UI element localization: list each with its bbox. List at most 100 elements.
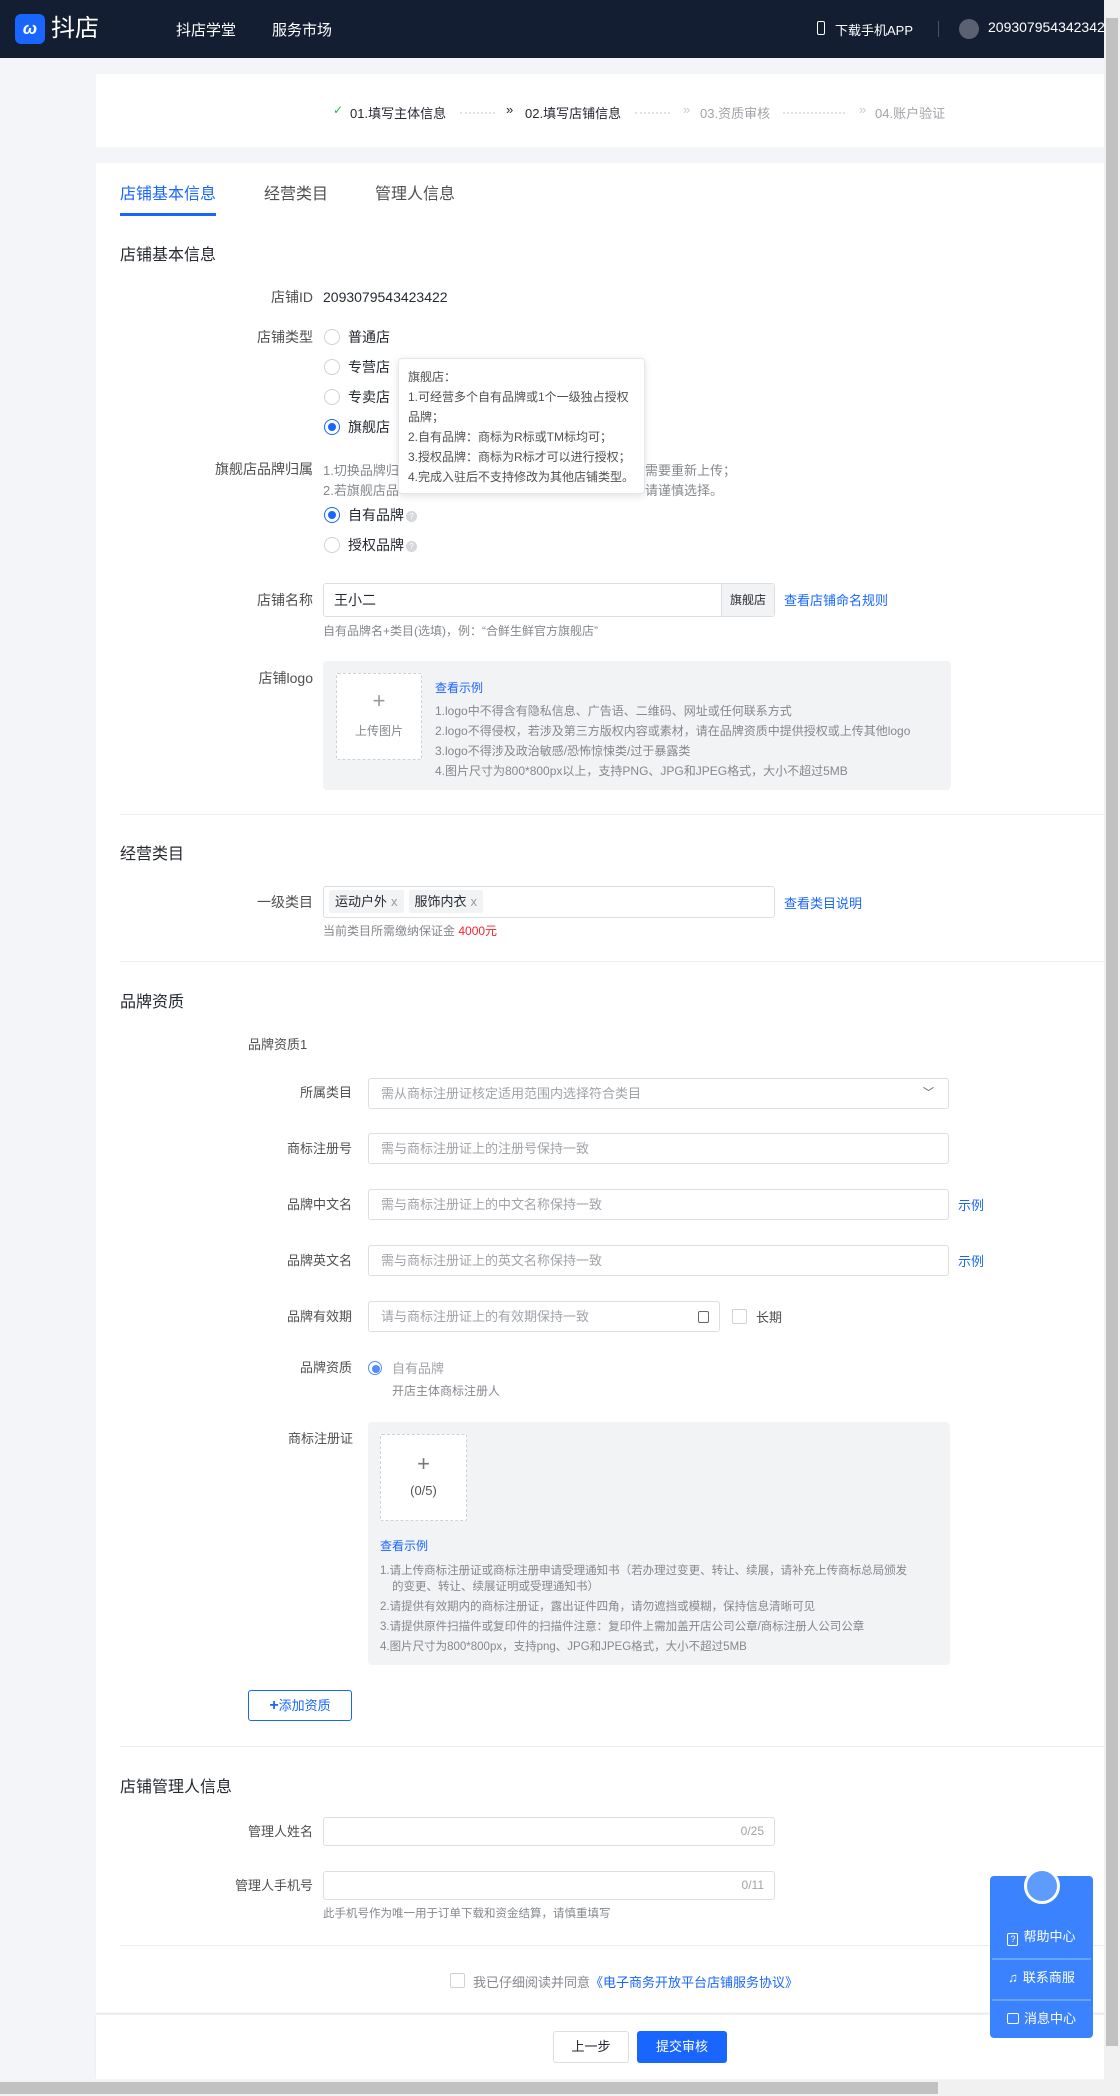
logo-upload-button[interactable]: + 上传图片 bbox=[336, 673, 422, 760]
store-name-hint: 自有品牌名+类目(选填)，例：“合鲜生鲜官方旗舰店” bbox=[323, 624, 598, 638]
step-3: 03.资质审核 bbox=[700, 106, 771, 121]
radio-licensed-brand[interactable] bbox=[324, 537, 340, 553]
brand-en-name-input[interactable]: 需与商标注册证上的英文名称保持一致 bbox=[368, 1245, 949, 1276]
brand-ownership-label: 旗舰店品牌归属 bbox=[215, 461, 313, 477]
help-center-button[interactable]: ? 帮助中心 bbox=[990, 1917, 1093, 1957]
cert-rule: 的变更、转让、续展证明或受理通知书） bbox=[392, 1581, 599, 1593]
message-center-button[interactable]: 消息中心 bbox=[990, 1999, 1093, 2039]
tab-manager[interactable]: 管理人信息 bbox=[375, 180, 455, 204]
radio-flagship-store[interactable] bbox=[324, 419, 340, 435]
nav-market[interactable]: 服务市场 bbox=[272, 19, 332, 40]
robot-avatar-icon[interactable] bbox=[1024, 1868, 1060, 1904]
radio-label: 专营店 bbox=[348, 359, 390, 375]
radio-label: 授权品牌? bbox=[348, 535, 417, 555]
agreement-link[interactable]: 《电子商务开放平台店铺服务协议》 bbox=[590, 1975, 798, 1990]
nav-academy[interactable]: 抖店学堂 bbox=[176, 19, 236, 40]
message-icon bbox=[1006, 2013, 1019, 2024]
step-dots bbox=[635, 112, 670, 114]
radio-label: 自有品牌? bbox=[348, 505, 417, 525]
brand-note: 2.若旗舰店品 bbox=[323, 483, 399, 498]
store-id-label: 店铺ID bbox=[271, 289, 313, 305]
close-icon[interactable]: x bbox=[471, 894, 478, 909]
section-title-basic: 店铺基本信息 bbox=[120, 247, 217, 264]
field-label: 品牌中文名 bbox=[286, 1197, 352, 1212]
add-qualification-button[interactable]: +添加资质 bbox=[248, 1690, 352, 1721]
agreement-checkbox[interactable] bbox=[450, 1973, 465, 1988]
radio-exclusive-store[interactable] bbox=[324, 389, 340, 405]
radio-label: 旗舰店 bbox=[348, 419, 390, 435]
field-label: 所属类目 bbox=[299, 1085, 352, 1100]
double-chevron-icon: » bbox=[683, 102, 691, 117]
scrollbar-thumb[interactable] bbox=[1106, 18, 1118, 2046]
prev-step-button[interactable]: 上一步 bbox=[553, 2031, 629, 2063]
field-label: 品牌英文名 bbox=[286, 1253, 352, 1268]
divider bbox=[120, 1945, 1104, 1946]
contact-service-button[interactable]: ♫ 联系商服 bbox=[990, 1958, 1093, 1998]
top-header: ω 抖店 抖店学堂 服务市场 下载手机APP 2093079543423422 bbox=[0, 0, 1104, 58]
store-id-value: 2093079543423422 bbox=[323, 289, 448, 305]
logo-example-link[interactable]: 查看示例 bbox=[435, 679, 483, 696]
step-2: 02.填写店铺信息 bbox=[525, 106, 622, 121]
step-dots bbox=[460, 112, 495, 114]
example-link[interactable]: 示例 bbox=[958, 1251, 984, 1270]
cert-upload-button[interactable]: + (0/5) bbox=[380, 1434, 467, 1521]
username[interactable]: 2093079543423422 bbox=[988, 19, 1104, 35]
category-tag: 服饰内衣 x bbox=[408, 890, 484, 913]
radio-specialty-store[interactable] bbox=[324, 359, 340, 375]
section-title-category: 经营类目 bbox=[120, 846, 185, 863]
phone-hint: 此手机号作为唯一用于订单下载和资金结算，请慎重填写 bbox=[323, 1908, 611, 1920]
chevron-down-icon: ﹀ bbox=[923, 1087, 934, 1099]
floating-service-panel: ? 帮助中心 ♫ 联系商服 消息中心 bbox=[990, 1868, 1093, 2039]
deposit-amount: 4000元 bbox=[458, 924, 498, 938]
radio-label: 专卖店 bbox=[348, 389, 390, 405]
field-label: 品牌资质 bbox=[299, 1360, 352, 1375]
vertical-scrollbar[interactable] bbox=[1104, 0, 1120, 2080]
category-info-link[interactable]: 查看类目说明 bbox=[784, 893, 862, 912]
help-icon: ? bbox=[1007, 1933, 1019, 1946]
avatar[interactable] bbox=[959, 19, 979, 39]
brand-validity-date-input[interactable]: 请与商标注册证上的有效期保持一致 bbox=[368, 1301, 720, 1332]
logo-icon[interactable]: ω bbox=[15, 14, 45, 44]
help-icon[interactable]: ? bbox=[406, 511, 417, 522]
radio-normal-store[interactable] bbox=[324, 329, 340, 345]
manager-phone-input[interactable]: 0/11 bbox=[323, 1871, 775, 1900]
qual-option-sub: 开店主体商标注册人 bbox=[392, 1384, 501, 1398]
cert-rule: 4.图片尺寸为800*800px，支持png、JPG和JPEG格式，大小不超过5… bbox=[380, 1641, 747, 1653]
category-tag-input[interactable]: 运动户外 x 服饰内衣 x bbox=[323, 886, 775, 918]
store-name-suffix: 旗舰店 bbox=[721, 584, 774, 616]
logo-rule: 3.logo不得涉及政治敏感/恐怖惊悚类/过于暴露类 bbox=[435, 744, 691, 758]
manager-name-input[interactable]: 0/25 bbox=[323, 1817, 775, 1846]
store-name-input[interactable]: 王小二 旗舰店 bbox=[323, 583, 775, 617]
double-chevron-icon: » bbox=[859, 102, 867, 117]
long-term-checkbox[interactable] bbox=[732, 1309, 747, 1324]
naming-rules-link[interactable]: 查看店铺命名规则 bbox=[784, 590, 888, 609]
store-type-label: 店铺类型 bbox=[257, 329, 313, 345]
horizontal-scrollbar[interactable] bbox=[0, 2080, 1120, 2096]
category-select[interactable]: 需从商标注册证核定适用范围内选择符合类目 ﹀ bbox=[368, 1078, 949, 1109]
tab-category[interactable]: 经营类目 bbox=[264, 180, 328, 204]
section-title-manager: 店铺管理人信息 bbox=[120, 1779, 233, 1796]
radio-own-brand[interactable] bbox=[324, 507, 340, 523]
cert-example-link[interactable]: 查看示例 bbox=[380, 1537, 428, 1554]
tab-basic-info[interactable]: 店铺基本信息 bbox=[120, 180, 216, 204]
brand-cn-name-input[interactable]: 需与商标注册证上的中文名称保持一致 bbox=[368, 1189, 949, 1220]
trademark-number-input[interactable]: 需与商标注册证上的注册号保持一致 bbox=[368, 1133, 949, 1164]
scrollbar-thumb[interactable] bbox=[0, 2082, 938, 2094]
brand-qual-item-title: 品牌资质1 bbox=[248, 1037, 308, 1052]
calendar-icon[interactable] bbox=[698, 1311, 709, 1323]
agreement-text: 我已仔细阅读并同意《电子商务开放平台店铺服务协议》 bbox=[473, 1975, 799, 1990]
category-tag: 运动户外 x bbox=[329, 890, 404, 913]
example-link[interactable]: 示例 bbox=[958, 1195, 984, 1214]
logo-text[interactable]: 抖店 bbox=[51, 13, 99, 45]
step-dots bbox=[783, 112, 845, 114]
submit-review-button[interactable]: 提交审核 bbox=[637, 2031, 727, 2063]
download-app-link[interactable]: 下载手机APP bbox=[835, 20, 913, 39]
radio-own-brand-qual[interactable] bbox=[368, 1361, 382, 1375]
manager-name-label: 管理人姓名 bbox=[247, 1824, 313, 1839]
flagship-tooltip: 旗舰店： 1.可经营多个自有品牌或1个一级独占授权 品牌； 2.自有品牌：商标为… bbox=[398, 358, 645, 494]
help-icon[interactable]: ? bbox=[406, 541, 417, 552]
manager-phone-label: 管理人手机号 bbox=[234, 1878, 313, 1893]
brand-note: 1.切换品牌归 bbox=[323, 463, 399, 478]
qual-option-label: 自有品牌 bbox=[392, 1361, 445, 1376]
close-icon[interactable]: x bbox=[391, 894, 398, 909]
